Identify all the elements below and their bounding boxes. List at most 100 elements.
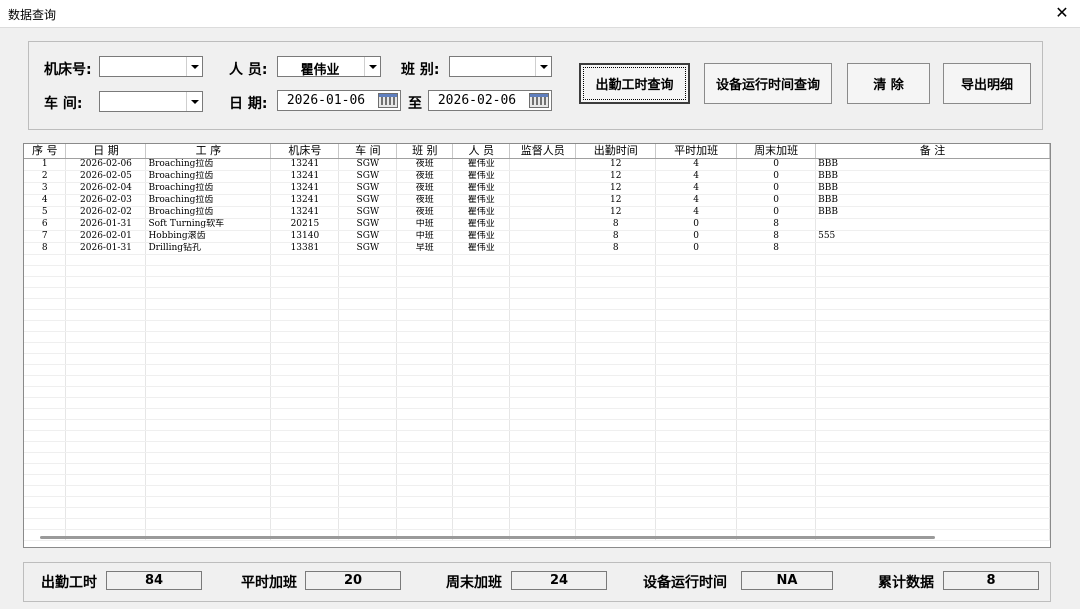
table-cell[interactable] [655, 463, 738, 475]
table-cell[interactable] [815, 342, 1050, 354]
table-cell[interactable] [655, 331, 738, 343]
column-header[interactable]: 机床号 [270, 144, 340, 159]
table-cell[interactable] [65, 342, 147, 354]
table-cell[interactable] [145, 441, 272, 453]
table-cell[interactable] [396, 408, 454, 420]
table-cell[interactable]: 中班 [396, 230, 454, 243]
table-cell[interactable] [396, 331, 454, 343]
table-cell[interactable] [65, 287, 147, 299]
table-cell[interactable] [815, 364, 1050, 376]
table-cell[interactable] [338, 485, 398, 497]
table-cell[interactable] [270, 298, 340, 310]
table-cell[interactable]: 4 [24, 194, 67, 207]
table-cell[interactable] [655, 496, 738, 508]
table-cell[interactable] [24, 496, 67, 508]
table-cell[interactable]: 8 [736, 218, 817, 231]
table-cell[interactable] [655, 342, 738, 354]
table-cell[interactable] [145, 265, 272, 277]
empty-row[interactable] [24, 320, 1050, 332]
table-cell[interactable]: 6 [24, 218, 67, 231]
column-header[interactable]: 日 期 [65, 144, 147, 159]
column-header[interactable]: 监督人员 [509, 144, 577, 159]
table-cell[interactable] [65, 320, 147, 332]
table-cell[interactable] [509, 265, 577, 277]
table-cell[interactable]: 0 [655, 230, 738, 243]
table-cell[interactable] [24, 419, 67, 431]
table-cell[interactable]: 12 [575, 182, 657, 195]
table-cell[interactable] [145, 320, 272, 332]
table-cell[interactable] [575, 485, 657, 497]
table-cell[interactable]: BBB [815, 206, 1050, 219]
table-cell[interactable]: SGW [338, 230, 398, 243]
table-cell[interactable] [396, 276, 454, 288]
table-cell[interactable]: 13241 [270, 158, 340, 171]
table-cell[interactable]: 4 [655, 170, 738, 183]
column-header[interactable]: 车 间 [338, 144, 398, 159]
empty-row[interactable] [24, 287, 1050, 299]
table-cell[interactable] [338, 298, 398, 310]
table-cell[interactable]: 13241 [270, 194, 340, 207]
table-cell[interactable] [452, 507, 511, 519]
table-cell[interactable] [338, 397, 398, 409]
empty-row[interactable] [24, 441, 1050, 453]
table-cell[interactable] [65, 430, 147, 442]
table-cell[interactable]: 早班 [396, 242, 454, 255]
date-from-picker[interactable]: 2026-01-06 [277, 90, 401, 111]
empty-row[interactable] [24, 353, 1050, 365]
table-cell[interactable]: 2026-01-31 [65, 218, 147, 231]
chevron-down-icon[interactable] [186, 57, 202, 76]
table-cell[interactable] [509, 182, 577, 195]
table-row[interactable]: 4 2026-02-03 Broaching拉齿 13241 SGW 夜班 瞿伟业 12 4 0 B… [24, 194, 1050, 207]
table-cell[interactable] [655, 419, 738, 431]
table-cell[interactable]: 瞿伟业 [452, 206, 511, 219]
table-cell[interactable] [396, 441, 454, 453]
equipment-runtime-query-button[interactable]: 设备运行时间查询 [704, 63, 832, 104]
table-cell[interactable] [396, 320, 454, 332]
table-cell[interactable] [815, 276, 1050, 288]
table-cell[interactable] [145, 430, 272, 442]
empty-row[interactable] [24, 408, 1050, 420]
table-cell[interactable] [338, 375, 398, 387]
table-cell[interactable] [655, 507, 738, 519]
table-cell[interactable] [65, 276, 147, 288]
table-cell[interactable] [338, 452, 398, 464]
table-cell[interactable] [338, 320, 398, 332]
table-cell[interactable] [575, 265, 657, 277]
table-cell[interactable] [24, 254, 67, 266]
table-cell[interactable] [65, 507, 147, 519]
table-cell[interactable] [338, 463, 398, 475]
table-cell[interactable] [815, 353, 1050, 365]
table-cell[interactable]: 2 [24, 170, 67, 183]
table-cell[interactable] [655, 397, 738, 409]
table-cell[interactable] [270, 441, 340, 453]
table-cell[interactable] [24, 298, 67, 310]
empty-row[interactable] [24, 364, 1050, 376]
table-cell[interactable] [575, 287, 657, 299]
table-cell[interactable] [396, 463, 454, 475]
table-cell[interactable] [736, 375, 817, 387]
empty-row[interactable] [24, 507, 1050, 519]
table-cell[interactable] [145, 419, 272, 431]
table-cell[interactable] [452, 397, 511, 409]
table-cell[interactable] [736, 254, 817, 266]
table-cell[interactable] [338, 276, 398, 288]
table-cell[interactable] [655, 320, 738, 332]
table-cell[interactable] [736, 430, 817, 442]
table-cell[interactable] [24, 375, 67, 387]
table-cell[interactable]: 13140 [270, 230, 340, 243]
clear-button[interactable]: 清 除 [847, 63, 930, 104]
table-cell[interactable] [396, 353, 454, 365]
table-cell[interactable]: 13241 [270, 182, 340, 195]
empty-row[interactable] [24, 375, 1050, 387]
table-cell[interactable] [452, 287, 511, 299]
table-cell[interactable] [509, 518, 577, 530]
table-row[interactable]: 7 2026-02-01 Hobbing滚齿 13140 SGW 中班 瞿伟业 8 0 8 555 [24, 230, 1050, 243]
table-cell[interactable] [24, 430, 67, 442]
table-cell[interactable] [24, 331, 67, 343]
table-cell[interactable] [65, 331, 147, 343]
table-cell[interactable] [65, 518, 147, 530]
table-cell[interactable] [736, 353, 817, 365]
column-header[interactable]: 周末加班 [736, 144, 817, 159]
empty-row[interactable] [24, 342, 1050, 354]
table-cell[interactable] [145, 463, 272, 475]
